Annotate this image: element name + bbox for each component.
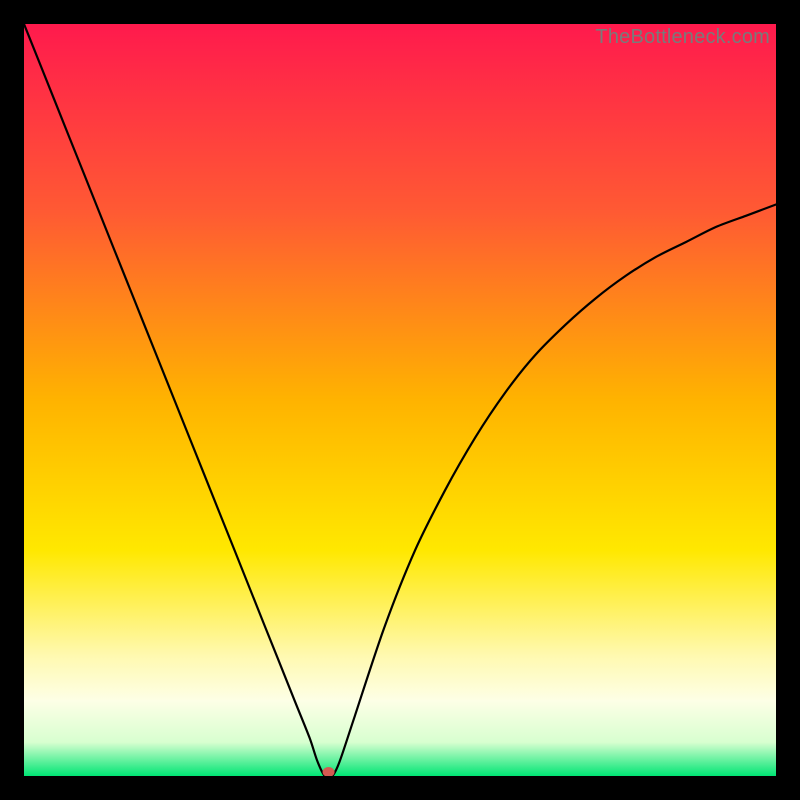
chart-frame: TheBottleneck.com [24, 24, 776, 776]
watermark-text: TheBottleneck.com [595, 26, 770, 49]
bottleneck-chart [24, 24, 776, 776]
gradient-background [24, 24, 776, 776]
